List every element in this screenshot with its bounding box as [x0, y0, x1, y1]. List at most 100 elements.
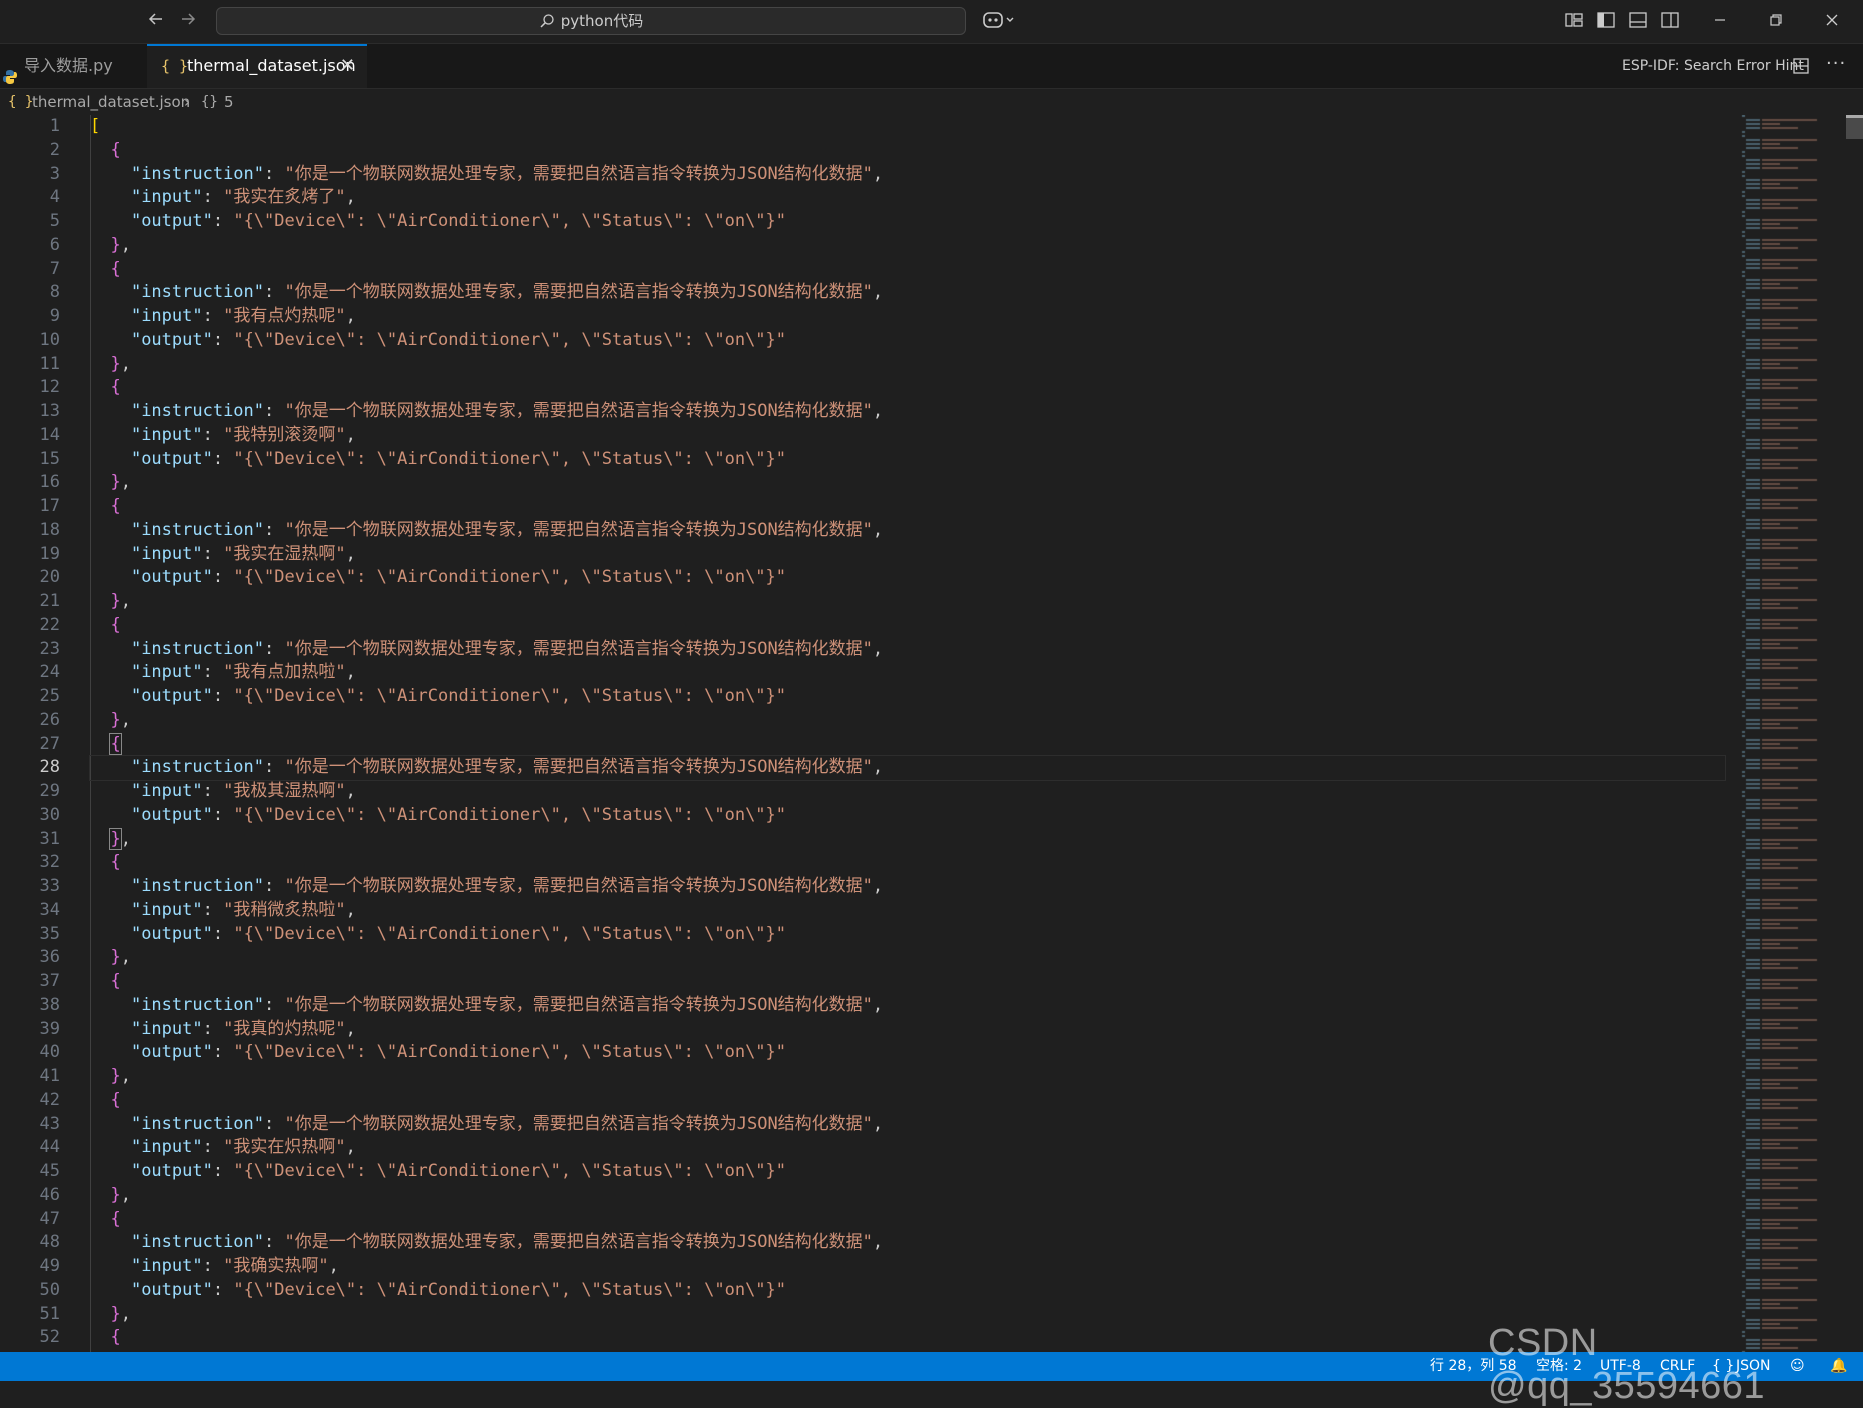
code-line[interactable]: "instruction": "你是一个物联网数据处理专家，需要把自然语言指令转…	[90, 638, 1730, 662]
code-line[interactable]: {	[90, 376, 1730, 400]
code-line[interactable]: },	[90, 353, 1730, 377]
code-line[interactable]: "output": "{\"Device\": \"AirConditioner…	[90, 685, 1730, 709]
code-line[interactable]: },	[90, 946, 1730, 970]
code-line[interactable]: "output": "{\"Device\": \"AirConditioner…	[90, 923, 1730, 947]
code-line[interactable]: {	[90, 851, 1730, 875]
code-line[interactable]: "input": "我实在炙烤了",	[90, 186, 1730, 210]
code-line[interactable]: {	[90, 970, 1730, 994]
toggle-primary-sidebar-icon[interactable]	[1596, 10, 1618, 32]
code-line[interactable]: [	[90, 115, 1730, 139]
line-number: 13	[39, 401, 60, 421]
line-number: 23	[39, 638, 60, 659]
breadcrumb: { } thermal_dataset.json › {} 5	[0, 89, 1863, 115]
minimap[interactable]	[1738, 115, 1858, 1352]
code-line[interactable]: "instruction": "你是一个物联网数据处理专家，需要把自然语言指令转…	[89, 755, 1726, 781]
code-line[interactable]: },	[90, 471, 1730, 495]
copilot-icon[interactable]	[982, 10, 1018, 34]
json-file-icon: { }	[161, 57, 189, 75]
close-icon[interactable]	[1822, 10, 1844, 32]
code-line[interactable]: {	[90, 1208, 1730, 1232]
line-number: 29	[39, 781, 60, 801]
code-line[interactable]: "instruction": "你是一个物联网数据处理专家，需要把自然语言指令转…	[90, 400, 1730, 424]
line-number: 33	[39, 876, 60, 896]
customize-layout-icon[interactable]	[1564, 10, 1586, 32]
code-line[interactable]: "output": "{\"Device\": \"AirConditioner…	[90, 329, 1730, 353]
command-center-search[interactable]: python代码	[216, 7, 966, 35]
line-number: 40	[39, 1042, 60, 1063]
restore-icon[interactable]	[1766, 10, 1788, 32]
tab-label: thermal_dataset.json	[187, 56, 356, 75]
line-number: 10	[39, 329, 60, 350]
line-number: 18	[39, 519, 60, 540]
code-line[interactable]: "input": "我实在湿热啊",	[90, 543, 1730, 567]
code-line[interactable]: "input": "我稍微炙热啦",	[90, 899, 1730, 923]
line-number: 28	[39, 757, 60, 778]
split-editor-icon[interactable]	[1792, 57, 1810, 79]
arrow-right-icon[interactable]	[178, 9, 198, 34]
line-number: 42	[39, 1089, 60, 1110]
watermark-text: CSDN @qq_35594661	[1488, 1322, 1766, 1407]
code-line[interactable]: "output": "{\"Device\": \"AirConditioner…	[90, 448, 1730, 472]
code-line[interactable]: "input": "我真的灼热呢",	[90, 1018, 1730, 1042]
code-line[interactable]: "input": "我有点灼热呢",	[90, 305, 1730, 329]
title-bar: python代码	[0, 0, 1863, 44]
code-line[interactable]: "input": "我特别滚烫啊",	[90, 424, 1730, 448]
line-number: 1	[49, 116, 60, 136]
code-line[interactable]: "instruction": "你是一个物联网数据处理专家，需要把自然语言指令转…	[90, 163, 1730, 187]
line-number: 4	[49, 187, 60, 208]
code-lines[interactable]: [ { "instruction": "你是一个物联网数据处理专家，需要把自然语…	[89, 115, 1730, 1350]
code-line[interactable]: {	[90, 495, 1730, 519]
toggle-panel-icon[interactable]	[1628, 10, 1650, 32]
code-line[interactable]: {	[90, 258, 1730, 282]
code-line[interactable]: "output": "{\"Device\": \"AirConditioner…	[90, 210, 1730, 234]
code-line[interactable]: "input": "我极其湿热啊",	[90, 780, 1730, 804]
code-line[interactable]: "instruction": "你是一个物联网数据处理专家，需要把自然语言指令转…	[90, 519, 1730, 543]
line-number: 6	[49, 234, 60, 255]
toggle-secondary-sidebar-icon[interactable]	[1660, 10, 1682, 32]
code-line[interactable]: {	[90, 139, 1730, 163]
code-line[interactable]: },	[90, 1303, 1730, 1327]
code-editor[interactable]: 1 2 3 4 5 6 7 8 9 10 11 12 13 14 15 16 17 18 19 20 21 22 23 24 2…	[0, 115, 1740, 1352]
code-line[interactable]: },	[90, 709, 1730, 733]
code-line[interactable]: "output": "{\"Device\": \"AirConditioner…	[90, 1041, 1730, 1065]
code-line[interactable]: "output": "{\"Device\": \"AirConditioner…	[90, 1279, 1730, 1303]
code-line[interactable]: "input": "我实在炽热啊",	[90, 1136, 1730, 1160]
tab-import-data-py[interactable]: 导入数据.py	[0, 44, 146, 88]
breadcrumb-node[interactable]: 5	[224, 89, 234, 115]
code-line[interactable]: "input": "我确实热啊",	[90, 1255, 1730, 1279]
code-line[interactable]: {	[90, 614, 1730, 638]
breadcrumb-file[interactable]: thermal_dataset.json	[32, 89, 190, 115]
tab-thermal-dataset-json[interactable]: { } thermal_dataset.json ✕	[147, 44, 367, 88]
code-line[interactable]: {	[90, 732, 1730, 757]
code-line[interactable]: "output": "{\"Device\": \"AirConditioner…	[90, 1160, 1730, 1184]
vertical-scrollbar-thumb[interactable]	[1846, 115, 1863, 139]
code-line[interactable]: "input": "我有点加热啦",	[90, 661, 1730, 685]
code-line[interactable]: "output": "{\"Device\": \"AirConditioner…	[90, 566, 1730, 590]
code-line[interactable]: "instruction": "你是一个物联网数据处理专家，需要把自然语言指令转…	[90, 281, 1730, 305]
code-line[interactable]: "instruction": "你是一个物联网数据处理专家，需要把自然语言指令转…	[90, 875, 1730, 899]
code-line[interactable]: },	[90, 590, 1730, 614]
esp-idf-search-error-hint-button[interactable]: ESP-IDF: Search Error Hint	[1622, 44, 1804, 88]
arrow-left-icon[interactable]	[146, 9, 166, 34]
code-line[interactable]: {	[90, 1089, 1730, 1113]
minimize-icon[interactable]	[1710, 10, 1732, 32]
line-number: 25	[39, 686, 60, 706]
code-line[interactable]: },	[90, 1184, 1730, 1208]
line-number: 5	[49, 211, 60, 231]
code-line[interactable]: "instruction": "你是一个物联网数据处理专家，需要把自然语言指令转…	[90, 994, 1730, 1018]
line-number: 31	[39, 828, 60, 849]
line-number: 51	[39, 1303, 60, 1324]
more-actions-icon[interactable]: ···	[1826, 44, 1846, 84]
line-number: 21	[39, 591, 60, 611]
code-line[interactable]: {	[90, 1326, 1730, 1350]
code-line[interactable]: "output": "{\"Device\": \"AirConditioner…	[90, 804, 1730, 828]
code-line[interactable]: },	[90, 1065, 1730, 1089]
tab-close-icon[interactable]: ✕	[340, 46, 355, 86]
code-line[interactable]: },	[90, 234, 1730, 258]
line-number: 9	[49, 306, 60, 326]
line-number: 12	[39, 377, 60, 398]
code-line[interactable]: "instruction": "你是一个物联网数据处理专家，需要把自然语言指令转…	[90, 1231, 1730, 1255]
line-number: 11	[39, 353, 60, 374]
code-line[interactable]: },	[90, 827, 1730, 852]
code-line[interactable]: "instruction": "你是一个物联网数据处理专家，需要把自然语言指令转…	[90, 1113, 1730, 1137]
